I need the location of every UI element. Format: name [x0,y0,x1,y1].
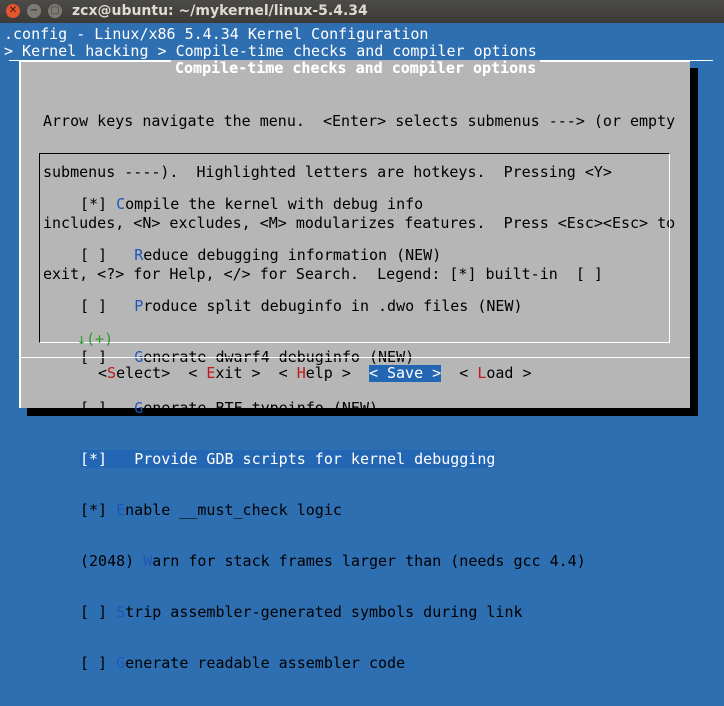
bracket: > [161,364,171,382]
menu-item-readable-asm[interactable]: [ ] Generate readable assembler code [80,655,586,672]
hotkey-letter: E [116,501,126,519]
option-checkbox[interactable]: [*] [80,450,135,468]
option-checkbox[interactable]: [ ] [80,297,134,315]
menu-item-strip-symbols[interactable]: [ ] Strip assembler-generated symbols du… [80,604,586,621]
bracket: > [513,364,532,382]
button-bar: <Select> < Exit > < Help > < Save > < Lo… [98,365,532,382]
close-icon[interactable]: ✕ [6,4,20,18]
hotkey-letter: C [116,195,126,213]
dialog-title-text: Compile-time checks and compiler options [175,59,537,77]
bracket: < [98,364,108,382]
more-items-indicator: ↓(+) [77,330,114,348]
menu-item-label: nable __must_check logic [125,501,342,519]
menu-list: [*] Compile the kernel with debug info [… [80,162,586,706]
bracket: < [368,364,387,382]
config-title: .config - Linux/x86 5.4.34 Kernel Config… [4,25,429,43]
option-checkbox[interactable]: [*] [80,501,116,519]
menu-item-split-debuginfo[interactable]: [ ] Produce split debuginfo in .dwo file… [80,298,586,315]
menu-dialog: Compile-time checks and compiler options… [19,59,690,672]
menu-item-label: roduce split debuginfo in .dwo files (NE… [143,297,523,315]
exit-button[interactable]: < Exit > [188,365,260,382]
bracket: > [332,364,351,382]
hotkey-letter: R [134,246,144,264]
help-button[interactable]: < Help > [279,365,351,382]
menu-item-label: trip assembler-generated symbols during … [125,603,523,621]
select-button[interactable]: <Select> [98,365,170,382]
option-checkbox[interactable]: [ ] [80,399,134,417]
menu-item-compile-debug-info[interactable]: [*] Compile the kernel with debug info [80,196,586,213]
menu-item-label: enerate readable assembler code [125,654,406,672]
breadcrumb: > Kernel hacking > Compile-time checks a… [4,42,537,60]
menu-item-gdb-scripts[interactable]: [*] Provide GDB scripts for kernel debug… [80,450,586,468]
bracket: > [242,364,261,382]
dialog-border-left [19,60,21,408]
button-label: ave [396,364,424,382]
window-title: zcx@ubuntu: ~/mykernel/linux-5.4.34 [72,3,368,19]
button-divider [19,357,690,358]
option-checkbox[interactable]: [*] [80,195,116,213]
button-label: oad [486,364,514,382]
option-value[interactable]: (2048) [80,552,143,570]
menu-item-label: educe debugging information (NEW) [143,246,442,264]
button-label: elect [116,364,162,382]
hotkey-letter: W [143,552,153,570]
menu-item-label: ompile the kernel with debug info [125,195,424,213]
hotkey-letter: S [387,364,397,382]
button-label: elp [305,364,333,382]
menu-item-stack-frame-warn[interactable]: (2048) Warn for stack frames larger than… [80,553,586,570]
maximize-icon[interactable]: ▢ [48,4,62,18]
menu-item-label: enerate BTF typeinfo (NEW) [143,399,379,417]
bracket: < [459,364,478,382]
option-checkbox[interactable]: [ ] [80,246,134,264]
option-checkbox[interactable]: [ ] [80,654,116,672]
bracket: < [278,364,297,382]
button-label: xit [215,364,243,382]
dialog-title: Compile-time checks and compiler options [171,59,541,77]
menu-item-must-check[interactable]: [*] Enable __must_check logic [80,502,586,519]
menu-item-label: rovide GDB scripts for kernel debugging [143,450,496,468]
menu-item-btf-typeinfo[interactable]: [ ] Generate BTF typeinfo (NEW) [80,400,586,417]
minimize-icon[interactable]: − [27,4,41,18]
hotkey-letter: G [134,399,144,417]
hotkey-letter: S [107,364,117,382]
bracket: < [188,364,207,382]
window-titlebar: ✕ − ▢ zcx@ubuntu: ~/mykernel/linux-5.4.3… [0,0,724,23]
hotkey-letter: G [116,654,126,672]
load-button[interactable]: < Load > [459,365,531,382]
hotkey-letter: H [296,364,306,382]
save-button[interactable]: < Save > [368,364,442,382]
menu-item-reduce-debugging[interactable]: [ ] Reduce debugging information (NEW) [80,247,586,264]
hotkey-letter: L [477,364,487,382]
hotkey-letter: S [116,603,126,621]
hotkey-letter: P [134,450,144,468]
hotkey-letter: P [134,297,144,315]
bracket: > [423,364,442,382]
menu-item-label: arn for stack frames larger than (needs … [152,552,586,570]
option-checkbox[interactable]: [ ] [80,603,116,621]
help-line: Arrow keys navigate the menu. <Enter> se… [43,112,676,130]
